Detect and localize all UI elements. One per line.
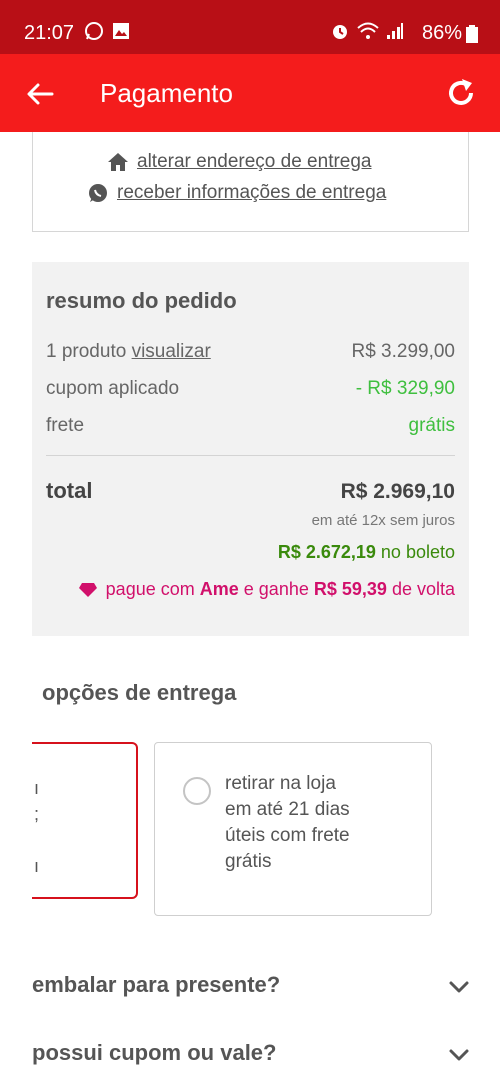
chevron-down-icon: [449, 1049, 469, 1061]
summary-divider: [46, 455, 455, 456]
change-address-label: alterar endereço de entrega: [137, 151, 372, 172]
whatsapp-icon: [89, 184, 107, 202]
system-icons: [330, 21, 404, 41]
total-label: total: [46, 478, 93, 503]
delivery-options-heading: opções de entrega: [42, 680, 237, 705]
summary-heading: resumo do pedido: [46, 288, 237, 313]
view-products-link[interactable]: visualizar: [132, 341, 211, 362]
app-bar: Pagamento: [0, 54, 500, 132]
battery-percentage: 86%: [421, 22, 462, 44]
address-card: alterar endereço de entrega receber info…: [32, 132, 469, 232]
option-text-fragment: ;: [34, 804, 40, 824]
whatsapp-icon: [85, 22, 103, 40]
boleto-price: R$ 2.672,19 no boleto: [278, 542, 455, 563]
ame-cashback-value: R$ 59,39: [313, 579, 387, 599]
signal-icon: [387, 23, 403, 39]
coupon-label: cupom aplicado: [46, 378, 180, 399]
ame-prefix: pague com: [105, 579, 195, 599]
battery-icon: [466, 24, 478, 43]
alarm-icon: [333, 25, 347, 39]
status-time: 21:07: [24, 22, 75, 44]
delivery-option-store-pickup[interactable]: retirar na loja em até 21 dias úteis com…: [154, 742, 432, 916]
gift-wrap-question: embalar para presente?: [32, 972, 281, 997]
notification-icons: [84, 21, 130, 41]
option-text-fragment: ı: [34, 856, 40, 876]
status-bar: 21:07 86%: [0, 0, 500, 54]
home-icon: [108, 153, 128, 171]
receive-info-label: receber informações de entrega: [117, 182, 387, 203]
installments-info: em até 12x sem juros: [311, 512, 455, 529]
wifi-icon: [357, 22, 379, 39]
delivery-option-selected[interactable]: ı ; ı: [32, 742, 138, 899]
store-pickup-label: retirar na loja em até 21 dias úteis com…: [225, 773, 350, 872]
ame-brand: Ame: [199, 579, 239, 599]
shipping-value: grátis: [408, 415, 455, 436]
refresh-icon[interactable]: [444, 76, 478, 110]
order-summary: resumo do pedido 1 produto visualizar R$…: [32, 262, 469, 636]
option-text-fragment: ı: [34, 778, 40, 798]
total-value: R$ 2.969,10: [340, 480, 455, 503]
change-address-link[interactable]: alterar endereço de entrega: [107, 151, 372, 173]
back-arrow-icon[interactable]: [24, 78, 56, 110]
coupon-accordion[interactable]: possui cupom ou vale?: [32, 1040, 472, 1066]
coupon-question: possui cupom ou vale?: [32, 1040, 277, 1065]
receive-info-link[interactable]: receber informações de entrega: [87, 182, 386, 204]
ame-cashback: pague com Ame e ganhe R$ 59,39 de volta: [78, 579, 455, 600]
ame-suffix: de volta: [391, 579, 455, 599]
product-price: R$ 3.299,00: [351, 341, 455, 362]
coupon-value: - R$ 329,90: [355, 378, 455, 399]
summary-row-shipping: frete grátis: [46, 415, 455, 437]
shipping-label: frete: [46, 415, 85, 436]
gift-wrap-accordion[interactable]: embalar para presente?: [32, 972, 472, 998]
summary-row-coupon: cupom aplicado - R$ 329,90: [46, 378, 455, 400]
ame-gem-icon: [78, 582, 97, 597]
store-pickup-radio[interactable]: [183, 777, 211, 805]
ame-middle: e ganhe: [243, 579, 309, 599]
chevron-down-icon: [449, 981, 469, 993]
boleto-suffix: no boleto: [380, 542, 455, 562]
boleto-value: R$ 2.672,19: [277, 542, 376, 562]
image-icon: [113, 23, 129, 39]
battery-indicator: 86%: [422, 22, 478, 45]
summary-row-product: 1 produto visualizar R$ 3.299,00: [46, 341, 455, 363]
product-count: 1 produto: [46, 341, 127, 362]
page-title: Pagamento: [100, 78, 233, 108]
